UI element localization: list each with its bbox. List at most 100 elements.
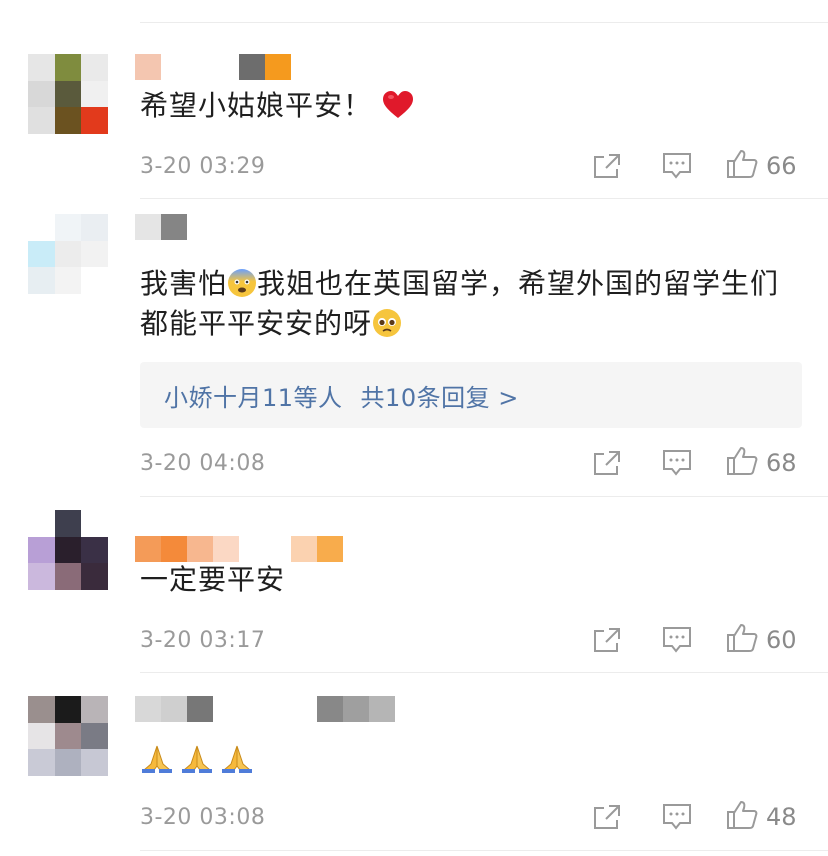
avatar-mosaic-tile: [81, 80, 108, 108]
user-avatar[interactable]: [28, 54, 108, 134]
username[interactable]: [135, 694, 395, 722]
folded-hands-icon: [220, 742, 252, 773]
username-mosaic-tile: [135, 54, 161, 80]
comment-text-content: 希望小姑娘平安！: [140, 89, 373, 122]
username[interactable]: [135, 212, 187, 240]
pleading-face-icon: [372, 308, 402, 338]
replies-count: 共10条回复 >: [360, 383, 519, 412]
comment-actions: 48: [592, 800, 800, 834]
comment-divider: [140, 672, 828, 673]
user-avatar[interactable]: [28, 214, 108, 294]
like-button[interactable]: 60: [726, 623, 800, 657]
comment-text-part-1: 我害怕: [140, 267, 228, 300]
avatar-mosaic-tile: [54, 267, 82, 294]
avatar-mosaic-tile: [54, 54, 82, 81]
username-mosaic-tile: [239, 696, 265, 722]
reply-icon[interactable]: [662, 449, 692, 477]
comment-meta: 3-20 03:29 66: [140, 148, 800, 184]
avatar-mosaic-tile: [28, 722, 55, 750]
username-mosaic-tile: [239, 536, 265, 562]
thumbs-up-icon: [726, 149, 758, 183]
avatar-mosaic-tile: [81, 696, 108, 723]
avatar-mosaic-tile: [54, 722, 82, 750]
avatar-mosaic-tile: [28, 749, 55, 776]
username-mosaic-tile: [343, 696, 369, 722]
timestamp: 3-20 03:17: [140, 627, 266, 653]
user-avatar[interactable]: [28, 696, 108, 776]
share-icon[interactable]: [592, 450, 622, 476]
username[interactable]: [135, 52, 291, 80]
avatar-mosaic-tile: [54, 240, 82, 268]
username-mosaic-tile: [239, 54, 265, 80]
username-mosaic-tile: [161, 536, 187, 562]
username-mosaic-tile: [265, 696, 291, 722]
avatar-mosaic-tile: [28, 510, 55, 537]
reply-icon[interactable]: [662, 152, 692, 180]
avatar-mosaic-tile: [28, 267, 55, 294]
avatar-mosaic-tile: [54, 510, 82, 537]
replies-summary[interactable]: 小娇十月11等人 共10条回复 >: [140, 362, 802, 428]
like-count: 60: [766, 626, 797, 654]
comment-divider: [140, 496, 828, 497]
avatar-mosaic-tile: [54, 563, 82, 590]
like-count: 68: [766, 449, 797, 477]
folded-hands-icon: [180, 742, 212, 773]
anxious-face-icon: [227, 268, 257, 298]
avatar-mosaic-tile: [28, 696, 55, 723]
username-mosaic-tile: [161, 696, 187, 722]
avatar-mosaic-tile: [28, 54, 55, 81]
avatar-mosaic-tile: [54, 214, 82, 241]
comment-text: 我害怕 我姐也在英国留学，希望外国的留学生们都能平平安安的呀: [140, 264, 796, 344]
comment-divider: [140, 850, 828, 851]
avatar-mosaic-tile: [28, 240, 55, 268]
username-mosaic-tile: [213, 536, 239, 562]
avatar-mosaic-tile: [54, 536, 82, 564]
avatar-mosaic-tile: [81, 54, 108, 81]
like-count: 48: [766, 803, 797, 831]
comment-meta: 3-20 03:08 48: [140, 799, 800, 835]
avatar-mosaic-tile: [28, 80, 55, 108]
like-button[interactable]: 68: [726, 446, 800, 480]
share-icon[interactable]: [592, 627, 622, 653]
like-button[interactable]: 66: [726, 149, 800, 183]
username-mosaic-tile: [317, 696, 343, 722]
username-mosaic-tile: [135, 214, 161, 240]
username[interactable]: [135, 534, 343, 562]
username-mosaic-tile: [135, 536, 161, 562]
avatar-mosaic-tile: [81, 107, 108, 134]
username-mosaic-tile: [265, 536, 291, 562]
avatar-mosaic-tile: [54, 696, 82, 723]
username-mosaic-tile: [161, 54, 187, 80]
thumbs-up-icon: [726, 623, 758, 657]
avatar-mosaic-tile: [81, 267, 108, 294]
replies-names: 小娇十月11等人: [164, 383, 343, 412]
avatar-mosaic-tile: [81, 749, 108, 776]
username-mosaic-tile: [369, 696, 395, 722]
comment-actions: 60: [592, 623, 800, 657]
top-divider: [140, 22, 828, 23]
comment-text: [140, 740, 796, 780]
thumbs-up-icon: [726, 446, 758, 480]
share-icon[interactable]: [592, 804, 622, 830]
like-button[interactable]: 48: [726, 800, 800, 834]
username-mosaic-tile: [187, 536, 213, 562]
avatar-mosaic-tile: [81, 536, 108, 564]
username-mosaic-tile: [187, 696, 213, 722]
username-mosaic-tile: [213, 54, 239, 80]
username-mosaic-tile: [291, 536, 317, 562]
username-mosaic-tile: [161, 214, 187, 240]
like-count: 66: [766, 152, 797, 180]
comment-text-content: 一定要平安: [140, 563, 286, 596]
username-mosaic-tile: [135, 696, 161, 722]
share-icon[interactable]: [592, 153, 622, 179]
avatar-mosaic-tile: [81, 722, 108, 750]
timestamp: 3-20 03:29: [140, 153, 266, 179]
avatar-mosaic-tile: [28, 214, 55, 241]
user-avatar[interactable]: [28, 510, 108, 590]
reply-icon[interactable]: [662, 626, 692, 654]
avatar-mosaic-tile: [54, 80, 82, 108]
comment-text: 一定要平安: [140, 560, 796, 600]
reply-icon[interactable]: [662, 803, 692, 831]
comment-actions: 66: [592, 149, 800, 183]
timestamp: 3-20 04:08: [140, 450, 266, 476]
